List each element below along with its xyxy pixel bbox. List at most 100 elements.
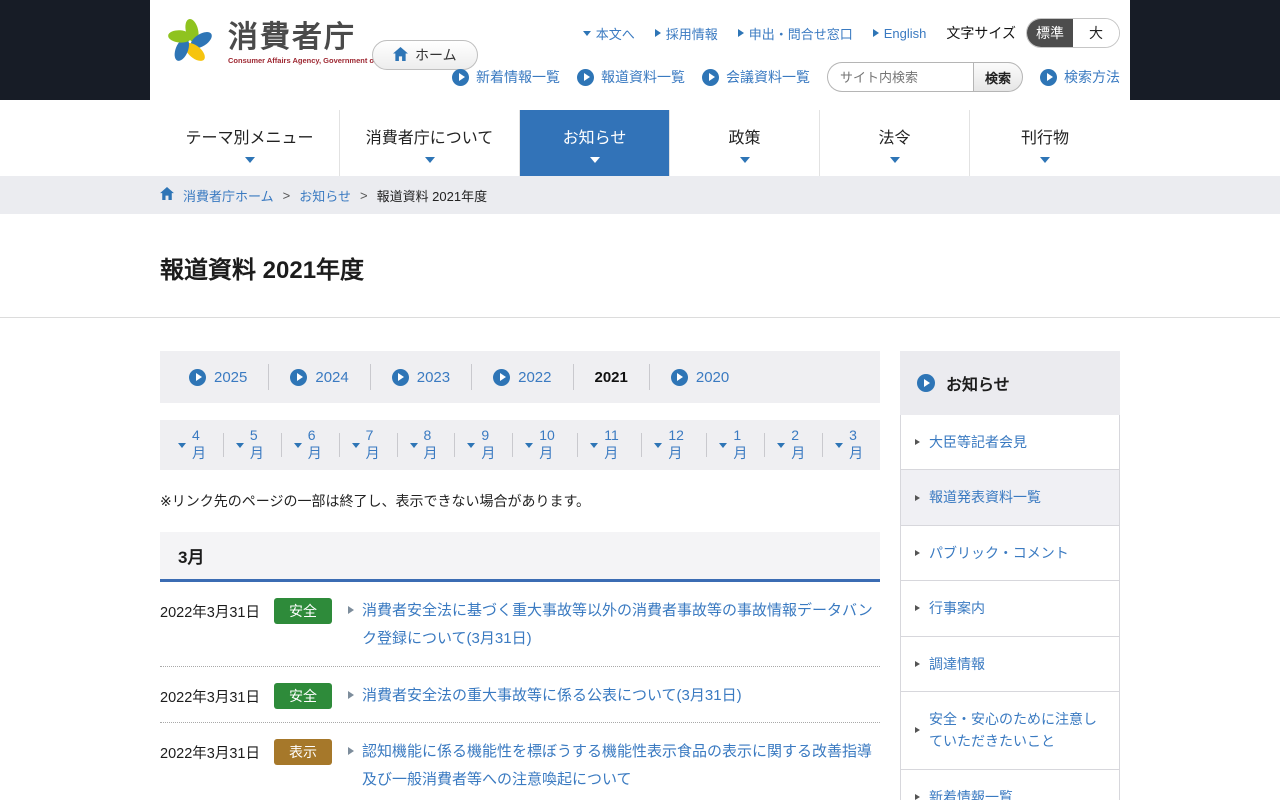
chevron-down-icon (467, 442, 476, 448)
month-link-10[interactable]: 10月 (513, 427, 579, 461)
sidebar-item-label: 調達情報 (929, 655, 985, 672)
sidebar-item-label: 報道発表資料一覧 (929, 489, 1041, 506)
chevron-down-icon (244, 156, 255, 163)
chevron-down-icon (1040, 156, 1050, 163)
breadcrumb-current: 報道資料 2021年度 (376, 188, 488, 204)
year-label: 2025 (214, 368, 248, 386)
month-label: 9月 (481, 427, 496, 461)
sidebar-item-safety-caution[interactable]: 安全・安心のために注意していただきたいこと (901, 690, 1119, 769)
search-input[interactable] (827, 62, 973, 92)
utility-link-label: 採用情報 (665, 26, 718, 42)
nav-policy[interactable]: 政策 (670, 110, 820, 176)
chevron-down-icon (525, 442, 534, 448)
agency-logo[interactable]: 消費者庁 Consumer Affairs Agency, Government… (162, 12, 400, 73)
sidebar-item-procurement[interactable]: 調達情報 (901, 635, 1119, 691)
circle-arrow-icon (452, 68, 469, 86)
breadcrumb-home-link[interactable]: 消費者庁ホーム (183, 186, 274, 205)
sidebar-item-new-info-list[interactable]: 新着情報一覧 (901, 768, 1119, 800)
utility-link-label: English (883, 25, 927, 41)
nav-publications[interactable]: 刊行物 (970, 110, 1120, 176)
nav-item-label: 法令 (878, 129, 911, 147)
circle-arrow-icon (189, 368, 206, 386)
month-link-1[interactable]: 1月 (707, 427, 766, 461)
chevron-right-icon (872, 29, 879, 37)
meeting-materials-list-link[interactable]: 会議資料一覧 (702, 67, 810, 87)
section-heading-march: 3月 (160, 532, 880, 582)
sidebar: お知らせ 大臣等記者会見 報道発表資料一覧 パブリック・コメント 行事案内 調達… (900, 351, 1120, 800)
circle-arrow-icon (391, 368, 409, 386)
month-link-11[interactable]: 11月 (578, 427, 643, 461)
month-link-5[interactable]: 5月 (224, 427, 282, 461)
month-link-12[interactable]: 12月 (642, 427, 708, 461)
circle-arrow-icon (290, 368, 308, 386)
page-title-section: 報道資料 2021年度 (160, 214, 1120, 285)
year-tab-2020[interactable]: 2020 (650, 364, 750, 390)
month-label: 10月 (539, 427, 555, 461)
news-row: 2022年3月31日 安全 消費者安全法の重大事故等に係る公表について(3月31… (160, 667, 880, 724)
chevron-down-icon (777, 442, 786, 448)
year-tab-2022[interactable]: 2022 (472, 364, 574, 390)
nav-about-agency[interactable]: 消費者庁について (340, 110, 520, 176)
nav-theme-menu[interactable]: テーマ別メニュー (160, 110, 340, 176)
breadcrumb-separator: > (359, 187, 368, 203)
sidebar-item-press-release-list[interactable]: 報道発表資料一覧 (901, 469, 1119, 525)
chevron-right-icon (348, 606, 354, 614)
month-link-8[interactable]: 8月 (398, 427, 456, 461)
chevron-right-icon (654, 29, 661, 37)
press-materials-list-link[interactable]: 報道資料一覧 (577, 67, 685, 87)
month-label: 5月 (249, 427, 264, 461)
sidebar-item-events[interactable]: 行事案内 (901, 580, 1119, 636)
chevron-down-icon (654, 442, 663, 448)
news-link[interactable]: 認知機能に係る機能性を標ぼうする機能性表示食品の表示に関する改善指導及び一般消費… (362, 738, 880, 794)
utility-link-label: 申出・問合せ窓口 (748, 26, 853, 42)
year-tab-2025[interactable]: 2025 (168, 364, 270, 390)
quick-link-label: 新着情報一覧 (476, 69, 560, 85)
year-tabs: 2025 2024 2023 2022 2021 2020 (160, 351, 880, 403)
skip-to-content-link[interactable]: 本文へ (582, 24, 635, 43)
chevron-down-icon (235, 442, 244, 448)
breadcrumb-news-link[interactable]: お知らせ (299, 186, 351, 205)
month-link-2[interactable]: 2月 (765, 427, 824, 461)
circle-arrow-icon (702, 68, 719, 86)
chevron-down-icon (293, 442, 302, 448)
search-help-link[interactable]: 検索方法 (1040, 67, 1120, 87)
news-row: 2022年3月31日 表示 認知機能に係る機能性を標ぼうする機能性表示食品の表示… (160, 723, 880, 800)
nav-laws[interactable]: 法令 (820, 110, 970, 176)
home-icon (160, 187, 174, 203)
month-link-3[interactable]: 3月 (823, 427, 880, 461)
sidebar-menu: 大臣等記者会見 報道発表資料一覧 パブリック・コメント 行事案内 調達情報 安全… (900, 415, 1120, 800)
breadcrumb: 消費者庁ホーム > お知らせ > 報道資料 2021年度 (160, 176, 1120, 214)
inquiry-link[interactable]: 申出・問合せ窓口 (737, 24, 853, 43)
year-tab-2024[interactable]: 2024 (269, 364, 371, 390)
nav-item-label: 消費者庁について (365, 129, 494, 147)
news-link[interactable]: 消費者安全法に基づく重大事故等以外の消費者事故等の事故情報データバンク登録につい… (362, 597, 880, 653)
font-size-large-button[interactable]: 大 (1073, 19, 1119, 47)
month-link-7[interactable]: 7月 (340, 427, 398, 461)
year-label: 2023 (416, 368, 451, 386)
circle-arrow-icon (1040, 68, 1057, 86)
site-search: 検索 (827, 62, 1023, 92)
month-link-9[interactable]: 9月 (455, 427, 514, 461)
font-size-standard-button[interactable]: 標準 (1027, 19, 1073, 47)
chevron-down-icon (582, 30, 591, 36)
english-link[interactable]: English (872, 25, 927, 41)
news-link[interactable]: 消費者安全法の重大事故等に係る公表について(3月31日) (362, 682, 880, 710)
new-info-list-link[interactable]: 新着情報一覧 (452, 67, 560, 87)
search-button[interactable]: 検索 (973, 62, 1023, 92)
header-band: 消費者庁 Consumer Affairs Agency, Government… (0, 0, 1280, 100)
breadcrumb-separator: > (282, 187, 291, 203)
month-label: 3月 (849, 427, 864, 461)
month-link-4[interactable]: 4月 (166, 427, 224, 461)
chevron-down-icon (889, 156, 900, 163)
year-tab-2023[interactable]: 2023 (371, 364, 473, 390)
circle-arrow-icon (917, 374, 935, 392)
sidebar-item-press-conference[interactable]: 大臣等記者会見 (901, 415, 1119, 470)
month-label: 11月 (604, 427, 619, 461)
recruit-link[interactable]: 採用情報 (654, 24, 718, 43)
sidebar-heading-label: お知らせ (946, 377, 1010, 394)
sidebar-item-public-comment[interactable]: パブリック・コメント (901, 524, 1119, 581)
nav-news[interactable]: お知らせ (520, 110, 670, 176)
month-link-6[interactable]: 6月 (282, 427, 340, 461)
chevron-right-icon (915, 793, 920, 800)
nav-item-label: テーマ別メニュー (185, 129, 314, 147)
